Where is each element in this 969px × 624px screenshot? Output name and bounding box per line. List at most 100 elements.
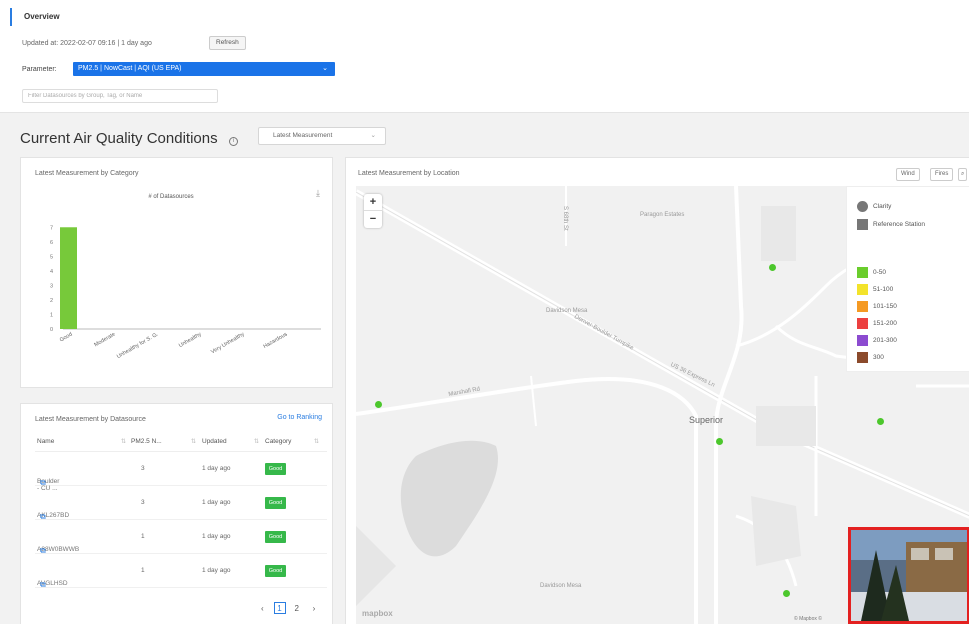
- sensor-marker[interactable]: [769, 264, 776, 271]
- top-bar: Overview Updated at: 2022-02-07 09:16 | …: [0, 0, 969, 112]
- column-header-name[interactable]: Name: [37, 438, 54, 445]
- filter-datasources-input[interactable]: [22, 89, 218, 103]
- sort-icon[interactable]: ⇅: [191, 438, 196, 445]
- legend-item-reference: Reference Station: [857, 219, 925, 230]
- bar: [60, 227, 77, 329]
- sort-icon[interactable]: ⇅: [314, 438, 319, 445]
- wind-button[interactable]: Wind: [896, 168, 920, 181]
- category-bar-chart: # of Datasources01234567Good Moderate Unhe…: [50, 194, 321, 360]
- legend-item-range: 151-200: [857, 318, 897, 329]
- zoom-out-button[interactable]: −: [364, 211, 382, 228]
- circle-icon: [857, 201, 868, 212]
- prev-page-button[interactable]: ‹: [256, 603, 268, 615]
- legend-item-range: 101-150: [857, 301, 897, 312]
- next-page-button[interactable]: ›: [308, 603, 320, 615]
- sensor-marker[interactable]: [877, 418, 884, 425]
- datasource-updated: 1 day ago: [202, 567, 231, 574]
- table-row[interactable]: AVGLHSD ⧉ 1 1 day ago Good: [35, 554, 327, 590]
- go-to-ranking-link[interactable]: Go to Ranking: [277, 414, 322, 421]
- place-label: Davidson Mesa: [540, 583, 582, 589]
- search-icon[interactable]: ⌕: [958, 168, 968, 181]
- table-header: Name ⇅ PM2.5 N... ⇅ Updated ⇅ Category ⇅: [35, 432, 327, 452]
- datasource-value: 3: [141, 499, 145, 506]
- tab-overview[interactable]: Overview: [10, 8, 60, 26]
- y-tick-label: 0: [50, 327, 53, 333]
- x-tick-label: Moderate: [93, 332, 116, 349]
- measurement-select[interactable]: Latest Measurement ⌄: [258, 127, 386, 145]
- info-icon[interactable]: i: [229, 137, 238, 146]
- datasource-updated: 1 day ago: [202, 499, 231, 506]
- category-badge: Good: [265, 531, 286, 543]
- parameter-select-value: PM2.5 | NowCast | AQI (US EPA): [78, 65, 182, 72]
- chevron-down-icon: ⌄: [370, 132, 376, 139]
- x-tick-label: Hazardous: [262, 331, 288, 350]
- updated-at-text: Updated at: 2022-02-07 09:16 | 1 day ago: [22, 40, 152, 47]
- external-link-icon[interactable]: ⧉: [40, 580, 46, 590]
- map-panel-title: Latest Measurement by Location: [358, 170, 460, 177]
- pagination: ‹ 1 2 ›: [253, 602, 320, 615]
- webcam-thumbnail[interactable]: [848, 527, 969, 624]
- sensor-marker[interactable]: [716, 438, 723, 445]
- legend-item-range: 51-100: [857, 284, 893, 295]
- map-panel: Latest Measurement by Location Wind Fire…: [345, 157, 969, 624]
- color-swatch: [857, 352, 868, 363]
- x-tick-label: Unhealthy: [178, 331, 203, 349]
- place-label: S 68th St: [562, 206, 568, 231]
- datasource-value: 1: [141, 533, 145, 540]
- square-icon: [857, 219, 868, 230]
- category-panel: Latest Measurement by Category ⤓ # of Da…: [20, 157, 333, 388]
- page-1-button[interactable]: 1: [273, 602, 286, 614]
- x-tick-label: Unhealthy for S. G.: [116, 331, 160, 360]
- x-tick-label: Good: [59, 332, 74, 344]
- place-label: Paragon Estates: [640, 212, 685, 218]
- table-row[interactable]: AKL267BD ⧉ 3 1 day ago Good: [35, 486, 327, 521]
- datasource-updated: 1 day ago: [202, 465, 231, 472]
- legend-item-range: 0-50: [857, 267, 886, 278]
- legend-item-range: 201-300: [857, 335, 897, 346]
- fires-button[interactable]: Fires: [930, 168, 954, 181]
- sensor-marker[interactable]: [783, 590, 790, 597]
- main-content: Current Air Quality Conditions i Latest …: [0, 112, 969, 624]
- color-swatch: [857, 267, 868, 278]
- y-tick-label: 4: [50, 269, 53, 275]
- color-swatch: [857, 335, 868, 346]
- category-badge: Good: [265, 565, 286, 577]
- y-tick-label: 2: [50, 298, 53, 304]
- color-swatch: [857, 318, 868, 329]
- refresh-button[interactable]: Refresh: [209, 36, 246, 50]
- y-tick-label: 7: [50, 225, 53, 231]
- map-credit[interactable]: © Mapbox ©: [794, 616, 822, 622]
- zoom-in-button[interactable]: +: [364, 194, 382, 211]
- measurement-select-value: Latest Measurement: [273, 132, 333, 139]
- sort-icon[interactable]: ⇅: [254, 438, 259, 445]
- parameter-select[interactable]: PM2.5 | NowCast | AQI (US EPA) ⌄: [73, 62, 335, 76]
- table-body: Boulder - CU ... ⧉ 3 1 day ago Good AKL267BD ⧉…: [35, 452, 327, 590]
- datasource-panel: Latest Measurement by Datasource Go to R…: [20, 403, 333, 624]
- column-header-updated[interactable]: Updated: [202, 438, 227, 445]
- table-row[interactable]: A88W0BWWB ⧉ 1 1 day ago Good: [35, 520, 327, 555]
- color-swatch: [857, 284, 868, 295]
- map-legend: Clarity Reference Station 0-50 51-100 101-…: [846, 186, 969, 372]
- category-badge: Good: [265, 463, 286, 475]
- place-label: Superior: [689, 415, 724, 425]
- webcam-image: [851, 530, 967, 621]
- datasource-value: 1: [141, 567, 145, 574]
- legend-item-range: 300: [857, 352, 884, 363]
- page-2-button[interactable]: 2: [291, 603, 303, 615]
- column-header-value[interactable]: PM2.5 N...: [131, 438, 162, 445]
- datasource-panel-title: Latest Measurement by Datasource: [35, 416, 146, 423]
- datasource-updated: 1 day ago: [202, 533, 231, 540]
- table-row[interactable]: Boulder - CU ... ⧉ 3 1 day ago Good: [35, 452, 327, 492]
- map[interactable]: + − Paragon Estates Davidson Mesa Superi…: [356, 186, 969, 624]
- sensor-marker[interactable]: [375, 401, 382, 408]
- zoom-control: + −: [364, 194, 382, 228]
- section-title: Current Air Quality Conditions: [20, 130, 218, 147]
- chevron-down-icon: ⌄: [322, 65, 328, 72]
- chart-legend: # of Datasources: [148, 194, 193, 200]
- y-tick-label: 1: [50, 312, 53, 318]
- sort-icon[interactable]: ⇅: [121, 438, 126, 445]
- column-header-category[interactable]: Category: [265, 438, 291, 445]
- datasource-value: 3: [141, 465, 145, 472]
- parameter-label: Parameter:: [22, 66, 57, 73]
- x-tick-label: Very Unhealthy: [210, 331, 246, 355]
